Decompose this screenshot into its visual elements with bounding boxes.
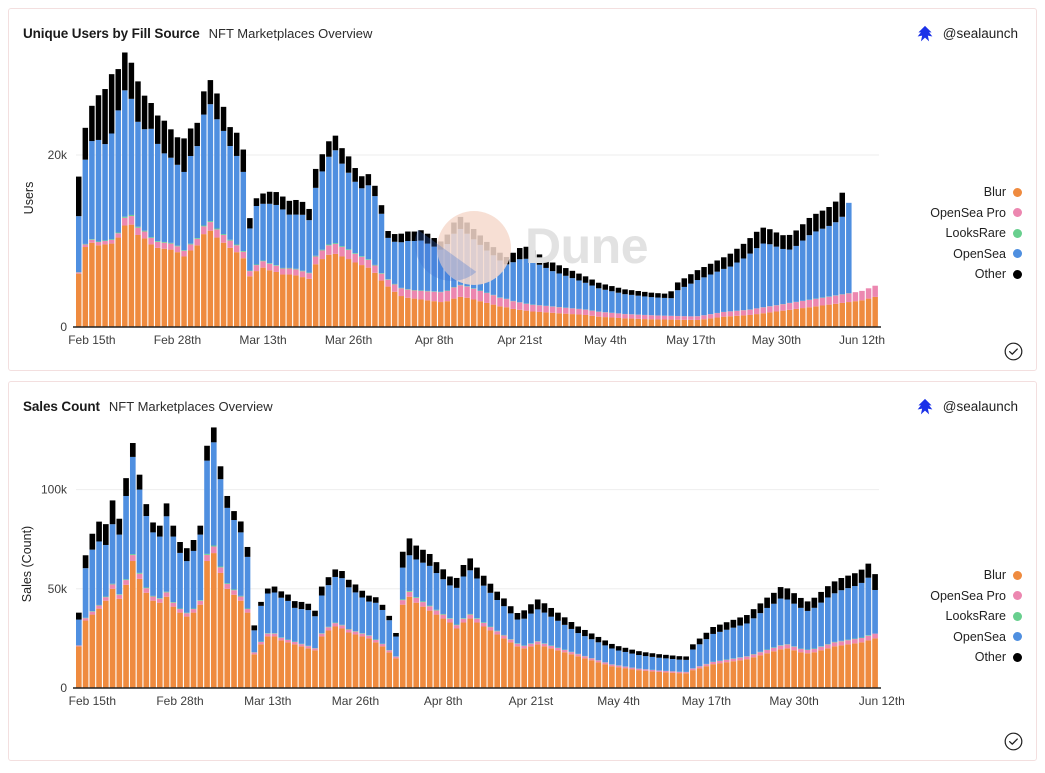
- legend-item-looksrare[interactable]: LooksRare: [930, 226, 1022, 240]
- legend-label: Blur: [983, 568, 1006, 582]
- legend-label: OpenSea Pro: [930, 205, 1006, 220]
- legend-label: OpenSea: [953, 246, 1006, 261]
- legend-label: OpenSea: [953, 629, 1006, 644]
- x-tick-label: May 17th: [682, 694, 731, 708]
- legend-swatch-blur: [1013, 187, 1022, 197]
- page-title: Unique Users by Fill Source: [23, 26, 200, 41]
- header-right: @sealaunch: [915, 25, 1022, 43]
- legend-item-opensea[interactable]: OpenSea: [930, 247, 1022, 261]
- y-tick-label: 50k: [48, 582, 68, 596]
- x-tick-label: Feb 28th: [156, 694, 203, 708]
- bar-chart-unique-users: 0 20k Users Feb 15th Feb 28th Mar 13th Mar 26t…: [22, 52, 885, 347]
- x-tick-label: May 30th: [752, 333, 801, 347]
- y-tick-label: 20k: [48, 148, 68, 162]
- x-tick-label: Apr 8th: [424, 694, 463, 708]
- sealaunch-bird-icon: [915, 398, 935, 416]
- legend-label: Other: [974, 650, 1006, 664]
- y-axis-title: Sales (Count): [20, 526, 34, 602]
- legend-swatch-looksrare: [1013, 228, 1022, 238]
- legend-item-other[interactable]: Other: [930, 650, 1022, 664]
- page-title: Sales Count: [23, 399, 100, 414]
- legend-item-opensea_pro[interactable]: OpenSea Pro: [930, 589, 1022, 603]
- legend-item-opensea_pro[interactable]: OpenSea Pro: [930, 206, 1022, 220]
- x-tick-label: Mar 26th: [325, 333, 372, 347]
- legend-swatch-blur: [1013, 570, 1022, 580]
- legend-swatch-other: [1013, 652, 1022, 662]
- x-tick-label: May 17th: [666, 333, 715, 347]
- y-tick-label: 0: [60, 320, 67, 334]
- y-tick-label: 0: [60, 681, 67, 695]
- chart-area-unique-users: Dune 0 20k Users Feb 15th Feb 28th Mar 13th Ma…: [9, 45, 1036, 360]
- legend-item-blur[interactable]: Blur: [930, 185, 1022, 199]
- x-tick-label: Feb 15th: [69, 694, 116, 708]
- header-right: @sealaunch: [915, 398, 1022, 416]
- x-tick-label: May 30th: [769, 694, 818, 708]
- circled-check-icon[interactable]: [1003, 731, 1024, 752]
- x-tick-label: Mar 13th: [244, 694, 291, 708]
- x-tick-label: Apr 21st: [509, 694, 554, 708]
- legend-item-looksrare[interactable]: LooksRare: [930, 609, 1022, 623]
- legend-item-blur[interactable]: Blur: [930, 568, 1022, 582]
- x-tick-label: Jun 12th: [839, 333, 885, 347]
- chart-card-sales-count: Sales Count NFT Marketplaces Overview @s…: [8, 381, 1037, 761]
- legend-swatch-opensea_pro: [1013, 591, 1022, 600]
- legend-label: Blur: [983, 185, 1006, 199]
- y-axis-title: Users: [22, 182, 36, 215]
- legend-swatch-other: [1013, 269, 1022, 279]
- brand-handle: @sealaunch: [942, 399, 1018, 414]
- card-subtitle: NFT Marketplaces Overview: [108, 399, 273, 414]
- card-header: Unique Users by Fill Source NFT Marketpl…: [9, 9, 1036, 45]
- chart-legend: Blur OpenSea Pro LooksRare OpenSea Other: [930, 185, 1022, 281]
- chart-area-sales-count: Dune 050k100kSales (Count)Feb 15thFeb 28…: [9, 418, 1036, 750]
- x-tick-label: Jun 12th: [859, 694, 905, 708]
- legend-label: OpenSea Pro: [930, 588, 1006, 603]
- legend-swatch-opensea: [1013, 632, 1022, 641]
- x-tick-label: Apr 8th: [415, 333, 454, 347]
- y-tick-label: 100k: [41, 483, 68, 497]
- x-tick-label: Mar 13th: [239, 333, 286, 347]
- x-tick-label: May 4th: [597, 694, 640, 708]
- x-tick-label: May 4th: [584, 333, 627, 347]
- dashboard-page: Unique Users by Fill Source NFT Marketpl…: [0, 0, 1045, 773]
- legend-label: LooksRare: [945, 226, 1006, 240]
- x-tick-label: Mar 26th: [332, 694, 379, 708]
- sealaunch-bird-icon: [915, 25, 935, 43]
- card-subtitle: NFT Marketplaces Overview: [208, 26, 373, 41]
- card-header: Sales Count NFT Marketplaces Overview @s…: [9, 382, 1036, 418]
- legend-label: Other: [974, 267, 1006, 281]
- legend-item-opensea[interactable]: OpenSea: [930, 630, 1022, 644]
- bar-chart-sales-count: 0 50k 100k Sales (Count) Feb 15th Feb 28th Mar…: [20, 427, 905, 708]
- legend-swatch-opensea_pro: [1013, 208, 1022, 217]
- brand-handle: @sealaunch: [942, 26, 1018, 41]
- x-tick-label: Feb 15th: [68, 333, 115, 347]
- circled-check-icon[interactable]: [1003, 341, 1024, 362]
- legend-label: LooksRare: [945, 609, 1006, 623]
- legend-item-other[interactable]: Other: [930, 267, 1022, 281]
- x-tick-label: Feb 28th: [154, 333, 201, 347]
- legend-swatch-looksrare: [1013, 611, 1022, 621]
- x-tick-label: Apr 21st: [497, 333, 542, 347]
- chart-card-unique-users: Unique Users by Fill Source NFT Marketpl…: [8, 8, 1037, 371]
- chart-legend: Blur OpenSea Pro LooksRare OpenSea Other: [930, 568, 1022, 664]
- legend-swatch-opensea: [1013, 249, 1022, 258]
